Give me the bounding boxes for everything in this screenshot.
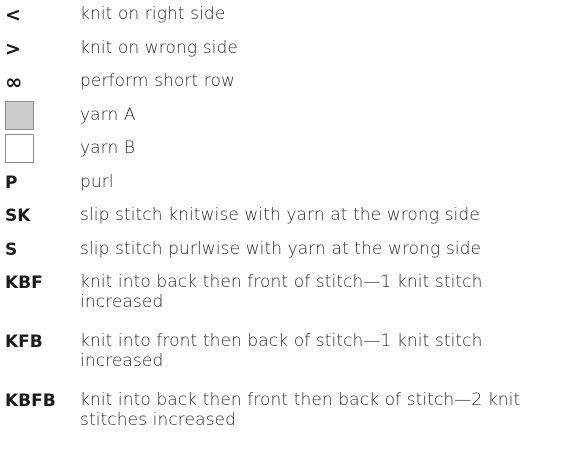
legend-description: slip stitch knitwise with yarn at the wr… [80, 205, 480, 225]
kfb-symbol: KFB [5, 332, 43, 352]
purl-symbol: P [5, 172, 18, 193]
yarn-b-swatch [5, 134, 34, 163]
legend-item-knit-wrong-side: > knit on wrong side [5, 38, 557, 72]
slip-purlwise-symbol: S [5, 239, 18, 260]
legend-item-yarn-b: yarn B [5, 134, 557, 172]
infinity-icon: ∞ [5, 70, 23, 94]
legend-item-kbf: KBF knit into back then front of stitch—… [5, 272, 557, 324]
legend-description: knit on wrong side [80, 37, 238, 58]
legend-item-slip-knitwise: SK slip stitch knitwise with yarn at the… [5, 205, 557, 239]
legend-description: slip stitch purlwise with yarn at the wr… [80, 238, 482, 259]
legend-item-purl: P purl [5, 172, 557, 206]
less-than-symbol: < [5, 4, 21, 26]
legend-description: yarn A [80, 104, 136, 125]
legend-description: purl [80, 171, 114, 192]
slip-knitwise-symbol: SK [5, 206, 31, 226]
legend-item-slip-purlwise: S slip stitch purlwise with yarn at the … [5, 239, 557, 273]
swatch-cell [5, 134, 80, 163]
legend-description: knit into back then front then back of s… [80, 390, 521, 430]
kbf-symbol: KBF [5, 273, 43, 293]
legend-item-knit-right-side: < knit on right side [5, 4, 557, 38]
legend-description: yarn B [80, 138, 136, 158]
legend-item-short-row: ∞ perform short row [5, 71, 557, 105]
kbfb-symbol: KBFB [5, 391, 56, 411]
legend-description: knit on right side [80, 4, 226, 24]
legend-item-yarn-a: yarn A [5, 100, 557, 139]
legend-description: knit into front then back of stitch—1 kn… [80, 331, 483, 371]
swatch-cell [5, 100, 80, 130]
legend-item-kbfb: KBFB knit into back then front then back… [5, 390, 557, 442]
stitch-legend: < knit on right side > knit on wrong sid… [5, 4, 557, 442]
greater-than-symbol: > [5, 37, 21, 60]
legend-item-kfb: KFB knit into front then back of stitch—… [5, 331, 557, 383]
legend-description: knit into back then front of stitch—1 kn… [80, 272, 483, 312]
yarn-a-swatch [5, 100, 34, 130]
legend-description: perform short row [80, 71, 235, 91]
